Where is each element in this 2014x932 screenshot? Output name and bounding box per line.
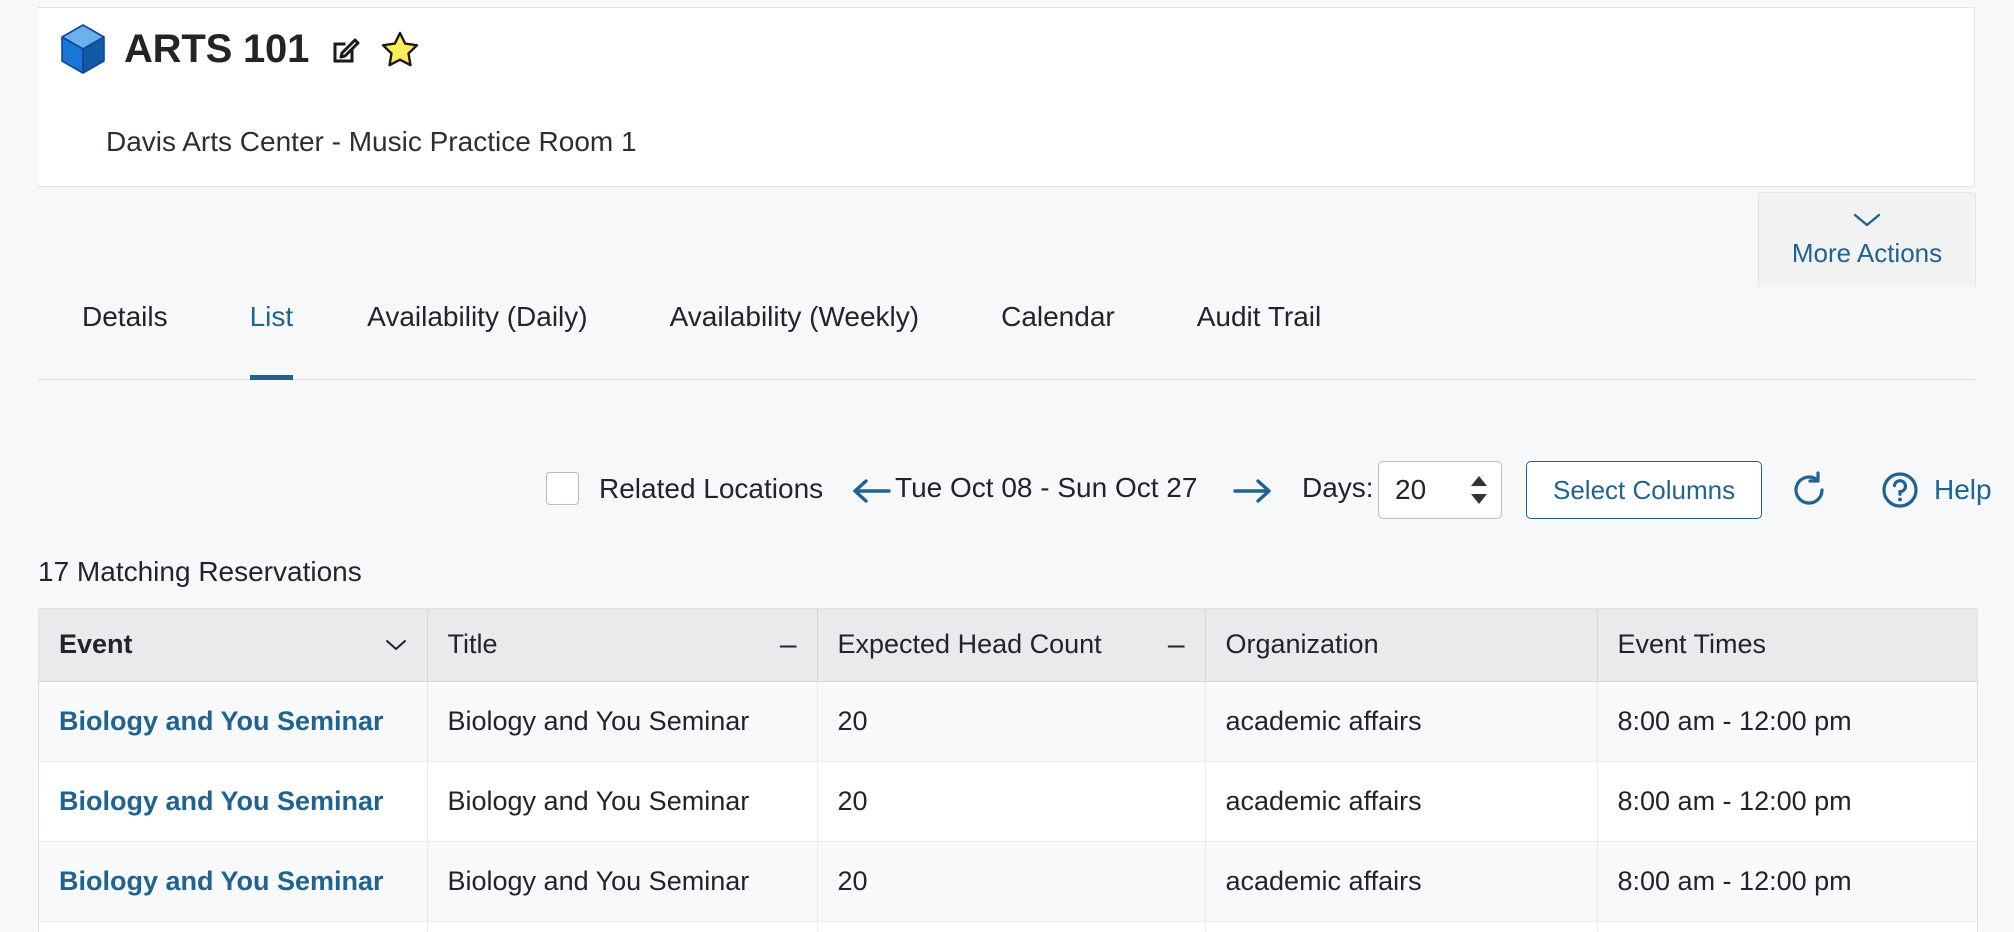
- table-row[interactable]: Biology and You Seminar Biology and You …: [39, 921, 1978, 932]
- cell-event: Biology and You Seminar: [39, 841, 427, 921]
- edit-icon: [331, 33, 363, 65]
- days-stepper[interactable]: 20: [1378, 461, 1502, 519]
- column-header-title-label: Title: [448, 629, 498, 660]
- cell-title: Biology and You Seminar: [427, 681, 817, 761]
- table-row[interactable]: Biology and You Seminar Biology and You …: [39, 761, 1978, 841]
- help-button[interactable]: Help: [1880, 470, 1992, 510]
- help-label: Help: [1934, 474, 1992, 506]
- column-header-organization-label: Organization: [1226, 629, 1379, 660]
- cell-head-count: 20: [817, 841, 1205, 921]
- cell-head-count: 20: [817, 761, 1205, 841]
- refresh-icon: [1790, 470, 1830, 510]
- select-columns-label[interactable]: Select Columns: [1526, 461, 1762, 519]
- arrow-right-icon: [1232, 476, 1274, 506]
- star-icon: [381, 30, 419, 68]
- related-locations-label: Related Locations: [599, 473, 823, 505]
- days-label-text: Days:: [1302, 472, 1374, 504]
- tab-availability-daily[interactable]: Availability (Daily): [367, 287, 587, 380]
- cell-title: Biology and You Seminar: [427, 841, 817, 921]
- stepper-arrows-icon[interactable]: [1469, 473, 1489, 507]
- cell-title: Biology and You Seminar: [427, 761, 817, 841]
- column-header-event-label: Event: [59, 629, 133, 660]
- favorite-button[interactable]: [381, 30, 419, 68]
- cell-organization: academic affairs: [1205, 761, 1597, 841]
- cell-event: Biology and You Seminar: [39, 921, 427, 932]
- location-header-card: ARTS 101 Davis Arts Center - Music Pract…: [38, 7, 1975, 187]
- arrow-left-icon: [850, 476, 892, 506]
- prev-period-button[interactable]: [850, 476, 892, 506]
- table-row[interactable]: Biology and You Seminar Biology and You …: [39, 681, 1978, 761]
- tab-bar: Details List Availability (Daily) Availa…: [38, 287, 1975, 380]
- column-header-expected-head-count-label: Expected Head Count: [838, 629, 1102, 660]
- next-period-button[interactable]: [1232, 476, 1274, 506]
- related-locations-control[interactable]: Related Locations: [546, 472, 823, 505]
- tab-availability-weekly[interactable]: Availability (Weekly): [670, 287, 919, 380]
- cell-event-times: 8:00 am - 12:00 pm: [1597, 761, 1978, 841]
- cell-event-times: 8:00 am - 12:00 pm: [1597, 921, 1978, 932]
- reservations-table-wrapper: Event Title – E: [38, 608, 1978, 932]
- tab-calendar[interactable]: Calendar: [1001, 287, 1115, 380]
- cell-head-count: 20: [817, 681, 1205, 761]
- event-link[interactable]: Biology and You Seminar: [59, 786, 384, 816]
- chevron-down-icon: [1852, 212, 1882, 228]
- location-subtitle: Davis Arts Center - Music Practice Room …: [106, 126, 637, 158]
- controls-row: Related Locations Tue Oct 08 - Sun Oct 2…: [0, 450, 2014, 530]
- table-head: Event Title – E: [39, 609, 1978, 681]
- header-title-row: ARTS 101: [60, 24, 419, 74]
- tab-audit-trail[interactable]: Audit Trail: [1197, 287, 1322, 380]
- days-label: Days:: [1302, 472, 1374, 504]
- cell-organization: academic affairs: [1205, 921, 1597, 932]
- sort-dash-icon: –: [780, 630, 797, 660]
- column-header-event-times[interactable]: Event Times: [1597, 609, 1978, 681]
- days-input[interactable]: 20: [1378, 461, 1502, 519]
- page-title: ARTS 101: [124, 27, 309, 72]
- event-link[interactable]: Biology and You Seminar: [59, 866, 384, 896]
- edit-button[interactable]: [331, 33, 381, 65]
- reservations-table: Event Title – E: [39, 609, 1978, 932]
- tab-details[interactable]: Details: [82, 287, 168, 380]
- more-actions-button[interactable]: More Actions: [1758, 192, 1976, 287]
- event-link[interactable]: Biology and You Seminar: [59, 706, 384, 736]
- cube-icon: [60, 24, 106, 74]
- refresh-button[interactable]: [1790, 470, 1830, 510]
- cell-title: Biology and You Seminar: [427, 921, 817, 932]
- column-header-expected-head-count[interactable]: Expected Head Count –: [817, 609, 1205, 681]
- sort-dash-icon: –: [1168, 630, 1185, 660]
- cell-event: Biology and You Seminar: [39, 681, 427, 761]
- table-header-row: Event Title – E: [39, 609, 1978, 681]
- cell-event: Biology and You Seminar: [39, 761, 427, 841]
- cell-event-times: 8:00 am - 12:00 pm: [1597, 841, 1978, 921]
- column-header-organization[interactable]: Organization: [1205, 609, 1597, 681]
- column-header-event-times-label: Event Times: [1618, 629, 1767, 660]
- table-body: Biology and You Seminar Biology and You …: [39, 681, 1978, 932]
- column-header-title[interactable]: Title –: [427, 609, 817, 681]
- date-range-text: Tue Oct 08 - Sun Oct 27: [895, 472, 1197, 504]
- cell-organization: academic affairs: [1205, 841, 1597, 921]
- column-header-event[interactable]: Event: [39, 609, 427, 681]
- select-columns-button[interactable]: Select Columns: [1526, 461, 1762, 519]
- chevron-down-icon: [385, 638, 407, 652]
- matching-reservations-count: 17 Matching Reservations: [38, 556, 362, 588]
- table-row[interactable]: Biology and You Seminar Biology and You …: [39, 841, 1978, 921]
- help-circle-icon: [1880, 470, 1920, 510]
- more-actions-label: More Actions: [1792, 238, 1942, 269]
- cell-organization: academic affairs: [1205, 681, 1597, 761]
- cell-head-count: 20: [817, 921, 1205, 932]
- date-range-label: Tue Oct 08 - Sun Oct 27: [895, 472, 1197, 504]
- tab-list[interactable]: List: [250, 287, 294, 380]
- page-root: ARTS 101 Davis Arts Center - Music Pract…: [0, 0, 2014, 932]
- cell-event-times: 8:00 am - 12:00 pm: [1597, 681, 1978, 761]
- days-value: 20: [1395, 474, 1426, 506]
- related-locations-checkbox[interactable]: [546, 472, 579, 505]
